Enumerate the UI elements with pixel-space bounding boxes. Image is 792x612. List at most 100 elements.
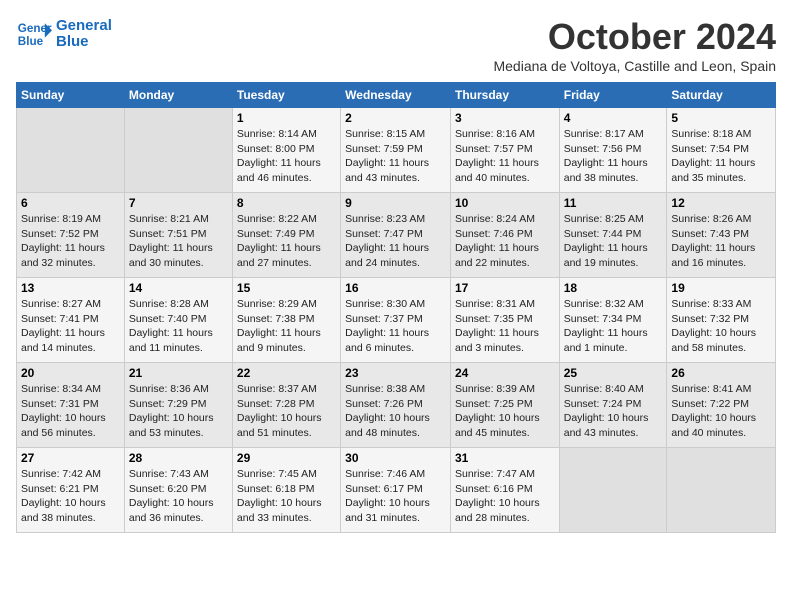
day-number: 23: [345, 366, 446, 380]
day-info: Sunrise: 8:27 AM Sunset: 7:41 PM Dayligh…: [21, 297, 120, 356]
calendar-cell: 21Sunrise: 8:36 AM Sunset: 7:29 PM Dayli…: [124, 363, 232, 448]
logo-text-line1: General: [56, 18, 112, 35]
calendar-cell: 8Sunrise: 8:22 AM Sunset: 7:49 PM Daylig…: [232, 193, 340, 278]
calendar-week-row: 13 Sunrise: 8:27 AM Sunset: 7:41 PM Dayli…: [17, 278, 776, 363]
calendar-cell: 9 Sunrise: 8:23 AM Sunset: 7:47 PM Daylig…: [341, 193, 451, 278]
svg-text:Blue: Blue: [18, 35, 44, 48]
day-info: Sunrise: 8:30 AM Sunset: 7:37 PM Dayligh…: [345, 297, 446, 356]
day-number: 8: [237, 196, 336, 210]
calendar-cell: 29 Sunrise: 7:45 AM Sunset: 6:18 PM Dayli…: [232, 448, 340, 533]
day-info: Sunrise: 8:15 AM Sunset: 7:59 PM Dayligh…: [345, 127, 446, 186]
day-number: 11: [564, 196, 663, 210]
day-number: 19: [671, 281, 771, 295]
day-number: 28: [129, 451, 228, 465]
day-number: 20: [21, 366, 120, 380]
location-title: Mediana de Voltoya, Castille and Leon, S…: [493, 58, 776, 74]
calendar-cell: [124, 108, 232, 193]
day-info: Sunrise: 8:29 AM Sunset: 7:38 PM Dayligh…: [237, 297, 336, 356]
calendar-week-row: 6Sunrise: 8:19 AM Sunset: 7:52 PM Daylig…: [17, 193, 776, 278]
calendar-cell: 27Sunrise: 7:42 AM Sunset: 6:21 PM Dayli…: [17, 448, 125, 533]
day-number: 4: [564, 111, 663, 125]
day-number: 5: [671, 111, 771, 125]
calendar-cell: 12 Sunrise: 8:26 AM Sunset: 7:43 PM Dayli…: [667, 193, 776, 278]
logo-icon: General Blue: [16, 16, 52, 52]
calendar-cell: 10 Sunrise: 8:24 AM Sunset: 7:46 PM Dayli…: [450, 193, 559, 278]
day-number: 30: [345, 451, 446, 465]
month-title: October 2024: [493, 16, 776, 58]
day-info: Sunrise: 8:40 AM Sunset: 7:24 PM Dayligh…: [564, 382, 663, 441]
day-info: Sunrise: 8:34 AM Sunset: 7:31 PM Dayligh…: [21, 382, 120, 441]
logo-text-line2: Blue: [56, 34, 112, 51]
day-info: Sunrise: 8:24 AM Sunset: 7:46 PM Dayligh…: [455, 212, 555, 271]
calendar-cell: 16 Sunrise: 8:30 AM Sunset: 7:37 PM Dayli…: [341, 278, 451, 363]
day-number: 18: [564, 281, 663, 295]
calendar-week-row: 27Sunrise: 7:42 AM Sunset: 6:21 PM Dayli…: [17, 448, 776, 533]
day-info: Sunrise: 8:26 AM Sunset: 7:43 PM Dayligh…: [671, 212, 771, 271]
weekday-header-monday: Monday: [124, 83, 232, 108]
day-number: 9: [345, 196, 446, 210]
day-info: Sunrise: 8:31 AM Sunset: 7:35 PM Dayligh…: [455, 297, 555, 356]
day-number: 7: [129, 196, 228, 210]
day-number: 12: [671, 196, 771, 210]
day-info: Sunrise: 8:14 AM Sunset: 8:00 PM Dayligh…: [237, 127, 336, 186]
day-info: Sunrise: 7:47 AM Sunset: 6:16 PM Dayligh…: [455, 467, 555, 526]
calendar-cell: 3 Sunrise: 8:16 AM Sunset: 7:57 PM Daylig…: [450, 108, 559, 193]
day-number: 27: [21, 451, 120, 465]
day-info: Sunrise: 7:46 AM Sunset: 6:17 PM Dayligh…: [345, 467, 446, 526]
day-number: 16: [345, 281, 446, 295]
calendar-cell: [667, 448, 776, 533]
weekday-header-saturday: Saturday: [667, 83, 776, 108]
day-number: 10: [455, 196, 555, 210]
day-info: Sunrise: 8:21 AM Sunset: 7:51 PM Dayligh…: [129, 212, 228, 271]
weekday-header-row: SundayMondayTuesdayWednesdayThursdayFrid…: [17, 83, 776, 108]
calendar-cell: 22Sunrise: 8:37 AM Sunset: 7:28 PM Dayli…: [232, 363, 340, 448]
day-info: Sunrise: 7:45 AM Sunset: 6:18 PM Dayligh…: [237, 467, 336, 526]
day-number: 21: [129, 366, 228, 380]
day-number: 17: [455, 281, 555, 295]
calendar-cell: 18 Sunrise: 8:32 AM Sunset: 7:34 PM Dayli…: [559, 278, 667, 363]
calendar-cell: 28 Sunrise: 7:43 AM Sunset: 6:20 PM Dayli…: [124, 448, 232, 533]
calendar-cell: 17 Sunrise: 8:31 AM Sunset: 7:35 PM Dayli…: [450, 278, 559, 363]
day-number: 31: [455, 451, 555, 465]
calendar-cell: 1Sunrise: 8:14 AM Sunset: 8:00 PM Daylig…: [232, 108, 340, 193]
calendar-cell: 13 Sunrise: 8:27 AM Sunset: 7:41 PM Dayli…: [17, 278, 125, 363]
day-number: 2: [345, 111, 446, 125]
weekday-header-wednesday: Wednesday: [341, 83, 451, 108]
day-info: Sunrise: 8:18 AM Sunset: 7:54 PM Dayligh…: [671, 127, 771, 186]
day-number: 29: [237, 451, 336, 465]
day-info: Sunrise: 7:43 AM Sunset: 6:20 PM Dayligh…: [129, 467, 228, 526]
calendar-cell: [17, 108, 125, 193]
calendar-body: 1Sunrise: 8:14 AM Sunset: 8:00 PM Daylig…: [17, 108, 776, 533]
day-number: 3: [455, 111, 555, 125]
day-info: Sunrise: 8:25 AM Sunset: 7:44 PM Dayligh…: [564, 212, 663, 271]
calendar-cell: [559, 448, 667, 533]
calendar-week-row: 20 Sunrise: 8:34 AM Sunset: 7:31 PM Dayli…: [17, 363, 776, 448]
calendar-cell: 15 Sunrise: 8:29 AM Sunset: 7:38 PM Dayli…: [232, 278, 340, 363]
day-info: Sunrise: 8:28 AM Sunset: 7:40 PM Dayligh…: [129, 297, 228, 356]
page-header: General Blue General Blue October 2024 M…: [16, 16, 776, 74]
calendar-cell: 30 Sunrise: 7:46 AM Sunset: 6:17 PM Dayli…: [341, 448, 451, 533]
calendar-cell: 11 Sunrise: 8:25 AM Sunset: 7:44 PM Dayli…: [559, 193, 667, 278]
day-number: 25: [564, 366, 663, 380]
calendar-cell: 14Sunrise: 8:28 AM Sunset: 7:40 PM Dayli…: [124, 278, 232, 363]
weekday-header-friday: Friday: [559, 83, 667, 108]
day-info: Sunrise: 8:19 AM Sunset: 7:52 PM Dayligh…: [21, 212, 120, 271]
day-info: Sunrise: 8:32 AM Sunset: 7:34 PM Dayligh…: [564, 297, 663, 356]
day-info: Sunrise: 8:23 AM Sunset: 7:47 PM Dayligh…: [345, 212, 446, 271]
day-info: Sunrise: 8:16 AM Sunset: 7:57 PM Dayligh…: [455, 127, 555, 186]
calendar-table: SundayMondayTuesdayWednesdayThursdayFrid…: [16, 82, 776, 533]
weekday-header-sunday: Sunday: [17, 83, 125, 108]
day-number: 13: [21, 281, 120, 295]
day-info: Sunrise: 8:33 AM Sunset: 7:32 PM Dayligh…: [671, 297, 771, 356]
calendar-week-row: 1Sunrise: 8:14 AM Sunset: 8:00 PM Daylig…: [17, 108, 776, 193]
day-info: Sunrise: 8:37 AM Sunset: 7:28 PM Dayligh…: [237, 382, 336, 441]
calendar-cell: 6Sunrise: 8:19 AM Sunset: 7:52 PM Daylig…: [17, 193, 125, 278]
day-number: 15: [237, 281, 336, 295]
calendar-cell: 19 Sunrise: 8:33 AM Sunset: 7:32 PM Dayli…: [667, 278, 776, 363]
calendar-cell: 23Sunrise: 8:38 AM Sunset: 7:26 PM Dayli…: [341, 363, 451, 448]
calendar-cell: 2 Sunrise: 8:15 AM Sunset: 7:59 PM Daylig…: [341, 108, 451, 193]
calendar-cell: 20 Sunrise: 8:34 AM Sunset: 7:31 PM Dayli…: [17, 363, 125, 448]
calendar-cell: 26Sunrise: 8:41 AM Sunset: 7:22 PM Dayli…: [667, 363, 776, 448]
calendar-cell: 24Sunrise: 8:39 AM Sunset: 7:25 PM Dayli…: [450, 363, 559, 448]
logo: General Blue General Blue: [16, 16, 112, 52]
